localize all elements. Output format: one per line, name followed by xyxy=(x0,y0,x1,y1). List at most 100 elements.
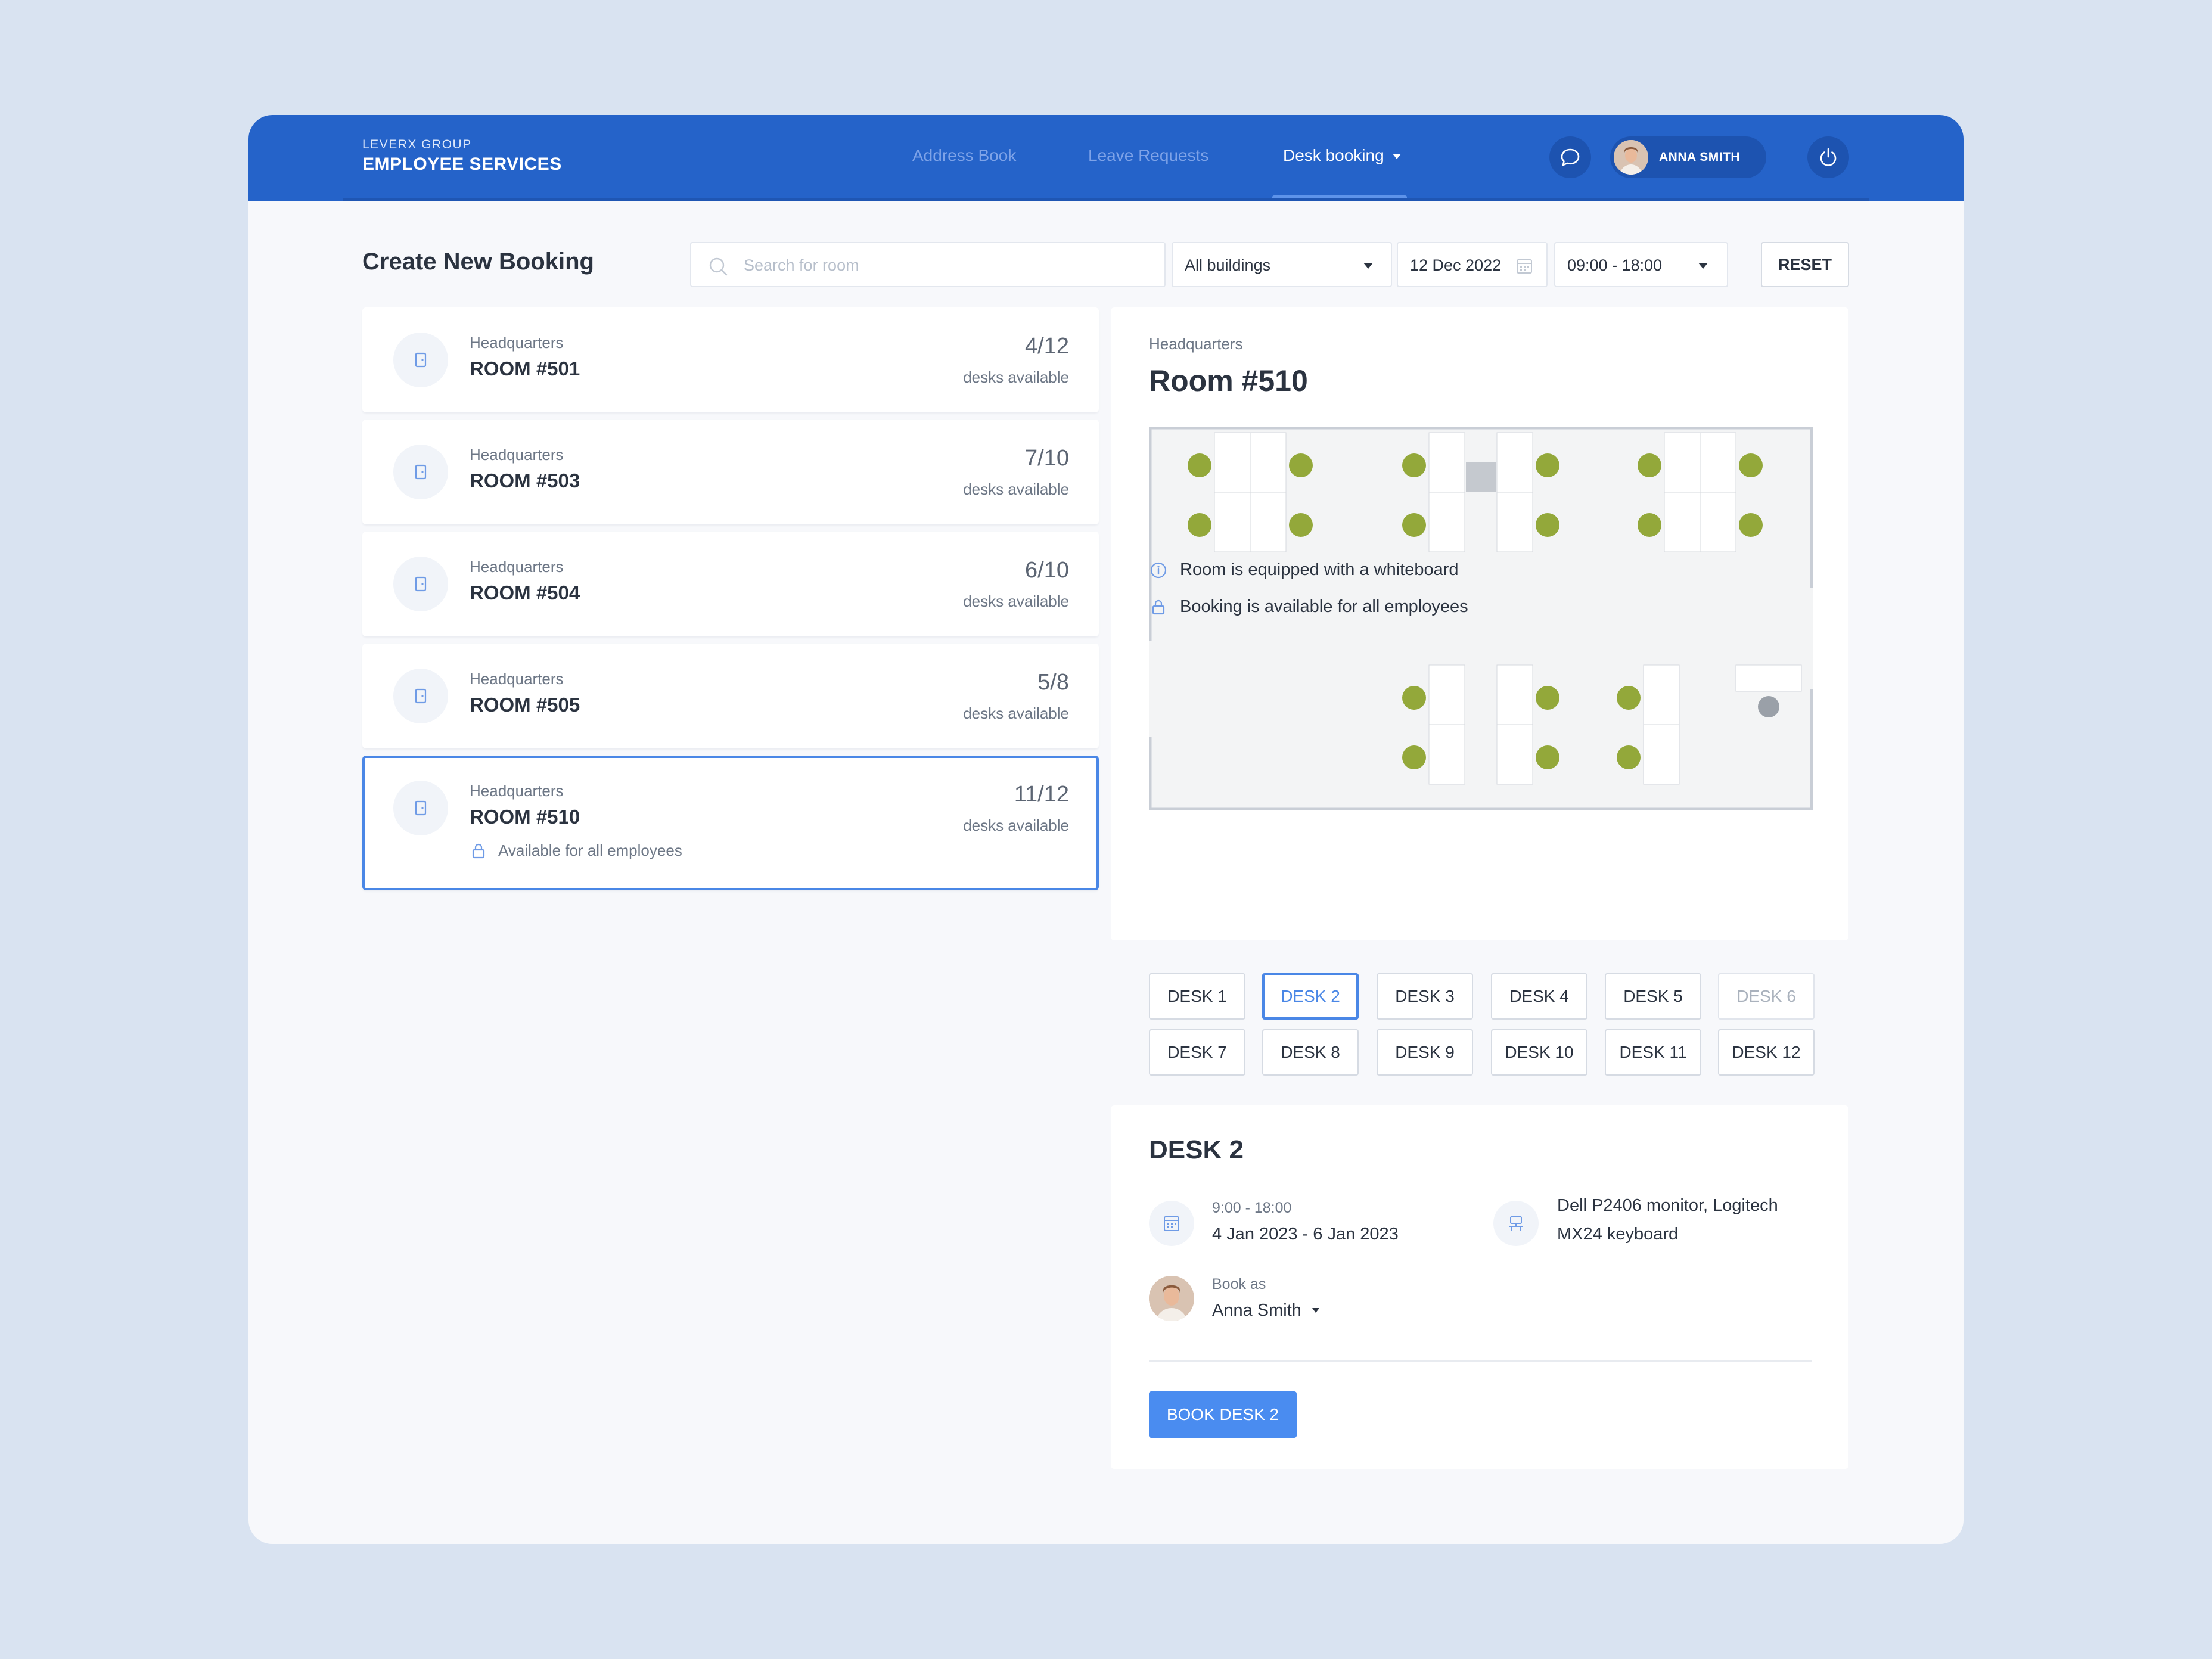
room-name: ROOM #504 xyxy=(470,582,580,604)
brand-group-name: LEVERX GROUP xyxy=(362,138,472,151)
room-building: Headquarters xyxy=(470,334,564,352)
room-card-505[interactable]: Headquarters ROOM #505 5/8 desks availab… xyxy=(362,644,1099,748)
nav-desk-booking-label: Desk booking xyxy=(1283,146,1384,164)
user-menu[interactable]: ANNA SMITH xyxy=(1610,136,1766,178)
search-input[interactable]: Search for room xyxy=(690,242,1166,287)
avatar xyxy=(1149,1276,1194,1321)
desk-button-3[interactable]: DESK 3 xyxy=(1377,973,1473,1020)
room-desk-count-label: desks available xyxy=(963,480,1069,498)
chevron-down-icon xyxy=(1312,1308,1319,1313)
chat-icon xyxy=(1561,148,1580,166)
room-card-510[interactable]: Headquarters ROOM #510 11/12 desks avail… xyxy=(362,756,1099,890)
desk-equipment-line-1: Dell P2406 monitor, Logitech xyxy=(1557,1196,1778,1215)
logout-button[interactable] xyxy=(1807,136,1849,178)
book-desk-button[interactable]: BOOK DESK 2 xyxy=(1149,1391,1297,1438)
room-building: Headquarters xyxy=(470,670,564,688)
top-header: LEVERX GROUP EMPLOYEE SERVICES Address B… xyxy=(248,115,1964,201)
desk-button-12[interactable]: DESK 12 xyxy=(1718,1029,1815,1076)
brand-app-name: EMPLOYEE SERVICES xyxy=(362,154,562,174)
room-access-text: Available for all employees xyxy=(498,841,682,859)
nav-address-book[interactable]: Address Book xyxy=(912,146,1016,165)
room-desk-count: 4/12 xyxy=(1025,334,1069,359)
book-as-label: Book as xyxy=(1212,1276,1266,1293)
door-icon xyxy=(393,445,448,499)
lock-icon xyxy=(472,843,485,858)
room-name: ROOM #503 xyxy=(470,470,580,492)
date-picker[interactable]: 12 Dec 2022 xyxy=(1397,242,1548,287)
reset-button[interactable]: RESET xyxy=(1761,242,1849,287)
calendar-icon xyxy=(1149,1201,1194,1246)
desk-button-11[interactable]: DESK 11 xyxy=(1605,1029,1701,1076)
power-icon xyxy=(1820,148,1837,166)
desk-button-2[interactable]: DESK 2 xyxy=(1262,973,1359,1020)
room-access-badge: Available for all employees xyxy=(470,841,682,860)
room-desk-count-label: desks available xyxy=(963,704,1069,722)
info-icon xyxy=(1150,562,1167,578)
divider xyxy=(1149,1360,1812,1362)
room-building: Headquarters xyxy=(470,782,564,800)
room-desk-count-label: desks available xyxy=(963,816,1069,834)
room-name: ROOM #510 xyxy=(470,806,580,828)
desk-title: DESK 2 xyxy=(1149,1135,1244,1164)
room-desk-count: 6/10 xyxy=(1025,558,1069,583)
room-building: Headquarters xyxy=(470,558,564,576)
feature-text: Booking is available for all employees xyxy=(1180,597,1468,616)
room-desk-count: 11/12 xyxy=(1014,782,1069,807)
room-detail-panel: Headquarters Room #510 Room is equipped … xyxy=(1111,307,1848,940)
calendar-icon xyxy=(1517,259,1532,274)
header-divider xyxy=(343,198,1869,201)
time-select-value: 09:00 - 18:00 xyxy=(1567,256,1663,274)
chat-button[interactable] xyxy=(1549,136,1591,178)
room-building: Headquarters xyxy=(470,446,564,464)
door-icon xyxy=(393,669,448,723)
room-desk-count: 7/10 xyxy=(1025,446,1069,471)
avatar xyxy=(1614,140,1648,175)
room-name: ROOM #505 xyxy=(470,694,580,716)
app-window: LEVERX GROUP EMPLOYEE SERVICES Address B… xyxy=(248,115,1964,1544)
chevron-down-icon xyxy=(1392,154,1401,160)
room-card-504[interactable]: Headquarters ROOM #504 6/10 desks availa… xyxy=(362,532,1099,636)
door-icon xyxy=(393,557,448,611)
building-select-value: All buildings xyxy=(1185,256,1271,274)
user-name: ANNA SMITH xyxy=(1659,150,1741,164)
booking-dates: 4 Jan 2023 - 6 Jan 2023 xyxy=(1212,1225,1399,1244)
lock-icon xyxy=(1152,599,1165,614)
page-title: Create New Booking xyxy=(362,248,594,275)
door-icon xyxy=(393,333,448,387)
desk-button-6[interactable]: DESK 6 xyxy=(1718,973,1815,1020)
room-name: ROOM #501 xyxy=(470,358,580,380)
feature-access: Booking is available for all employees xyxy=(1149,597,1468,617)
booking-time: 9:00 - 18:00 xyxy=(1212,1200,1292,1216)
desk-button-10[interactable]: DESK 10 xyxy=(1491,1029,1587,1076)
room-card-503[interactable]: Headquarters ROOM #503 7/10 desks availa… xyxy=(362,420,1099,524)
room-desk-count: 5/8 xyxy=(1037,670,1069,695)
desk-button-9[interactable]: DESK 9 xyxy=(1377,1029,1473,1076)
room-floor-plan[interactable] xyxy=(1149,427,1813,810)
detail-room-title: Room #510 xyxy=(1149,364,1308,397)
chevron-down-icon xyxy=(1363,263,1373,269)
desk-detail-panel: DESK 2 9:00 - 18:00 4 Jan 2023 - 6 Jan 2… xyxy=(1111,1105,1848,1469)
building-select[interactable]: All buildings xyxy=(1172,242,1392,287)
feature-text: Room is equipped with a whiteboard xyxy=(1180,560,1459,579)
room-card-501[interactable]: Headquarters ROOM #501 4/12 desks availa… xyxy=(362,307,1099,412)
door-icon xyxy=(393,781,448,835)
detail-building: Headquarters xyxy=(1149,335,1243,353)
search-icon xyxy=(709,257,728,276)
desk-button-8[interactable]: DESK 8 xyxy=(1262,1029,1359,1076)
chevron-down-icon xyxy=(1698,263,1708,269)
desk-button-4[interactable]: DESK 4 xyxy=(1491,973,1587,1020)
desk-button-1[interactable]: DESK 1 xyxy=(1149,973,1245,1020)
nav-leave-requests[interactable]: Leave Requests xyxy=(1088,146,1208,165)
feature-whiteboard: Room is equipped with a whiteboard xyxy=(1149,560,1459,580)
book-as-select[interactable]: Anna Smith xyxy=(1212,1296,1319,1325)
room-desk-count-label: desks available xyxy=(963,368,1069,386)
book-as-name: Anna Smith xyxy=(1212,1301,1301,1320)
room-desk-count-label: desks available xyxy=(963,592,1069,610)
date-value: 12 Dec 2022 xyxy=(1410,256,1502,274)
workstation-icon xyxy=(1493,1201,1539,1246)
time-select[interactable]: 09:00 - 18:00 xyxy=(1554,242,1728,287)
desk-button-7[interactable]: DESK 7 xyxy=(1149,1029,1245,1076)
desk-button-5[interactable]: DESK 5 xyxy=(1605,973,1701,1020)
nav-desk-booking[interactable]: Desk booking xyxy=(1283,146,1401,165)
desk-equipment-line-2: MX24 keyboard xyxy=(1557,1225,1679,1244)
